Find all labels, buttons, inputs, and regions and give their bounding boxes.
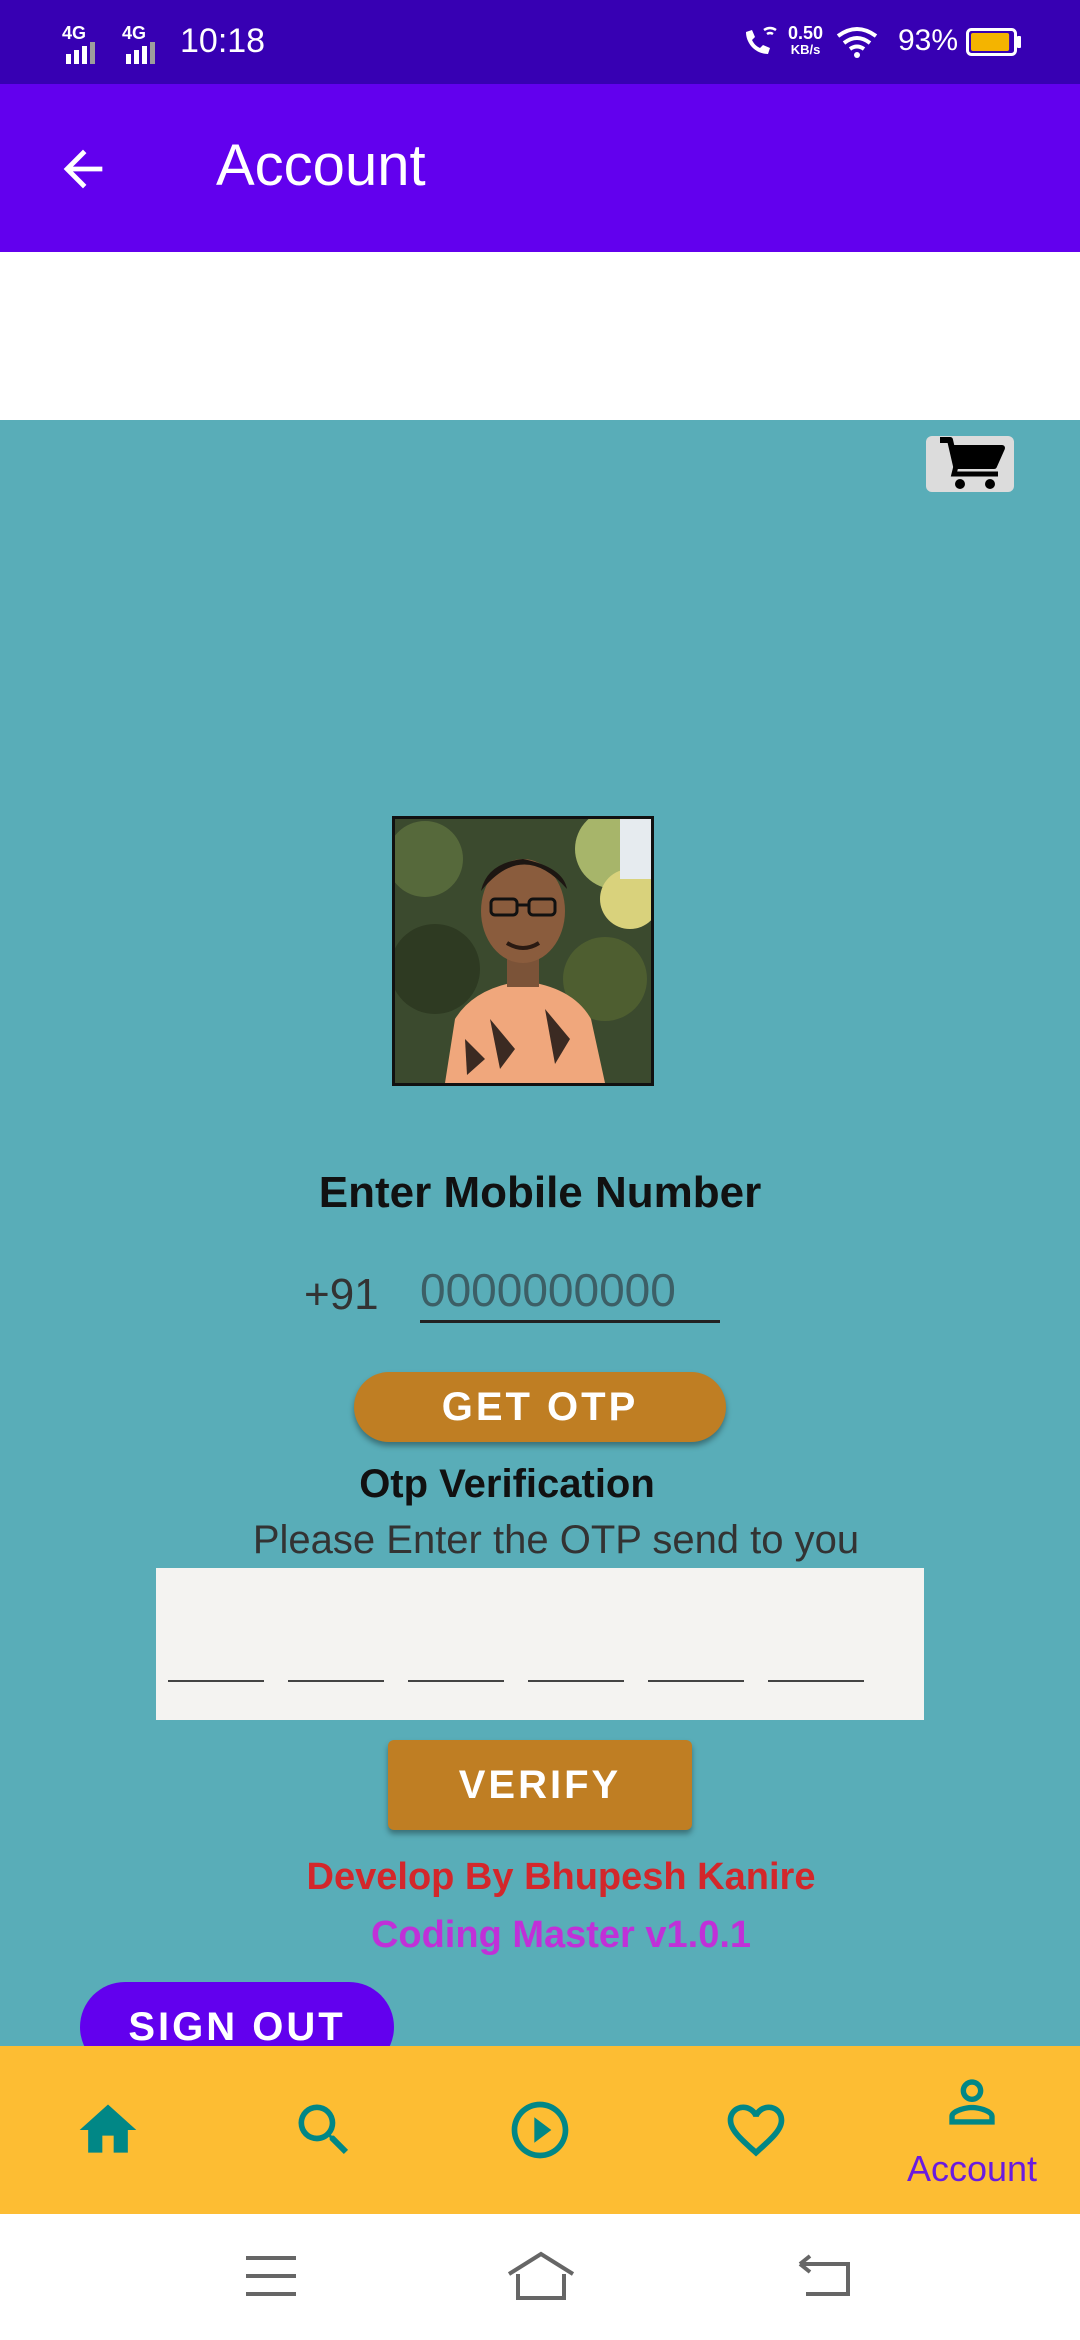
wifi-icon xyxy=(836,26,878,63)
network-type-1: 4G xyxy=(62,23,87,43)
data-speed-unit: KB/s xyxy=(790,42,821,57)
signal-icon: 4G xyxy=(122,24,168,64)
otp-digit-5[interactable] xyxy=(648,1680,744,1682)
otp-instruction: Please Enter the OTP send to you xyxy=(252,1518,860,1562)
bottom-navigation: Account xyxy=(0,2046,1080,2214)
status-time: 10:18 xyxy=(180,22,266,60)
nav-item-play[interactable] xyxy=(432,2046,648,2214)
page-title: Account xyxy=(216,133,426,198)
system-navigation-bar xyxy=(0,2214,1080,2340)
data-speed: 0.50 KB/s xyxy=(788,24,823,57)
nav-item-search[interactable] xyxy=(216,2046,432,2214)
app-bar xyxy=(0,84,1080,252)
home-icon xyxy=(79,2104,137,2153)
verify-button[interactable]: VERIFY xyxy=(388,1740,692,1830)
back-icon[interactable] xyxy=(796,2254,852,2298)
otp-digit-2[interactable] xyxy=(288,1680,384,1682)
otp-input-group xyxy=(156,1568,924,1720)
arrow-back-icon[interactable] xyxy=(54,140,112,198)
signal-icon: 4G xyxy=(62,24,108,64)
wifi-calling-icon xyxy=(740,24,780,65)
battery-percent: 93% xyxy=(898,24,959,57)
get-otp-button[interactable]: GET OTP xyxy=(354,1372,726,1442)
otp-digit-4[interactable] xyxy=(528,1680,624,1682)
heart-icon xyxy=(727,2104,785,2157)
profile-photo xyxy=(392,816,654,1086)
home-outline-icon[interactable] xyxy=(506,2250,576,2302)
nav-account-label: Account xyxy=(906,2148,1038,2189)
blank-banner xyxy=(0,252,1080,420)
search-icon xyxy=(298,2104,349,2155)
data-speed-value: 0.50 xyxy=(788,23,824,43)
mobile-number-input[interactable] xyxy=(420,1260,720,1323)
network-type-2: 4G xyxy=(122,23,147,43)
shopping-cart-icon[interactable] xyxy=(926,436,1014,492)
play-icon xyxy=(511,2101,569,2159)
status-bar: 4G 4G 10:18 0.50 KB/s 93% xyxy=(0,0,1080,84)
otp-digit-6[interactable] xyxy=(768,1680,864,1682)
app-version: Coding Master v1.0.1 xyxy=(370,1914,752,1956)
battery-icon xyxy=(966,28,1022,61)
menu-icon[interactable] xyxy=(244,2254,298,2298)
nav-item-account[interactable]: Account xyxy=(864,2046,1080,2214)
mobile-heading: Enter Mobile Number xyxy=(318,1168,762,1217)
nav-item-favorites[interactable] xyxy=(648,2046,864,2214)
otp-digit-1[interactable] xyxy=(168,1680,264,1682)
developer-credit: Develop By Bhupesh Kanire xyxy=(306,1856,816,1898)
country-code: +91 xyxy=(304,1270,379,1319)
person-icon xyxy=(949,2079,995,2125)
otp-digit-3[interactable] xyxy=(408,1680,504,1682)
nav-item-home[interactable] xyxy=(0,2046,216,2214)
otp-heading: Otp Verification xyxy=(359,1462,655,1506)
